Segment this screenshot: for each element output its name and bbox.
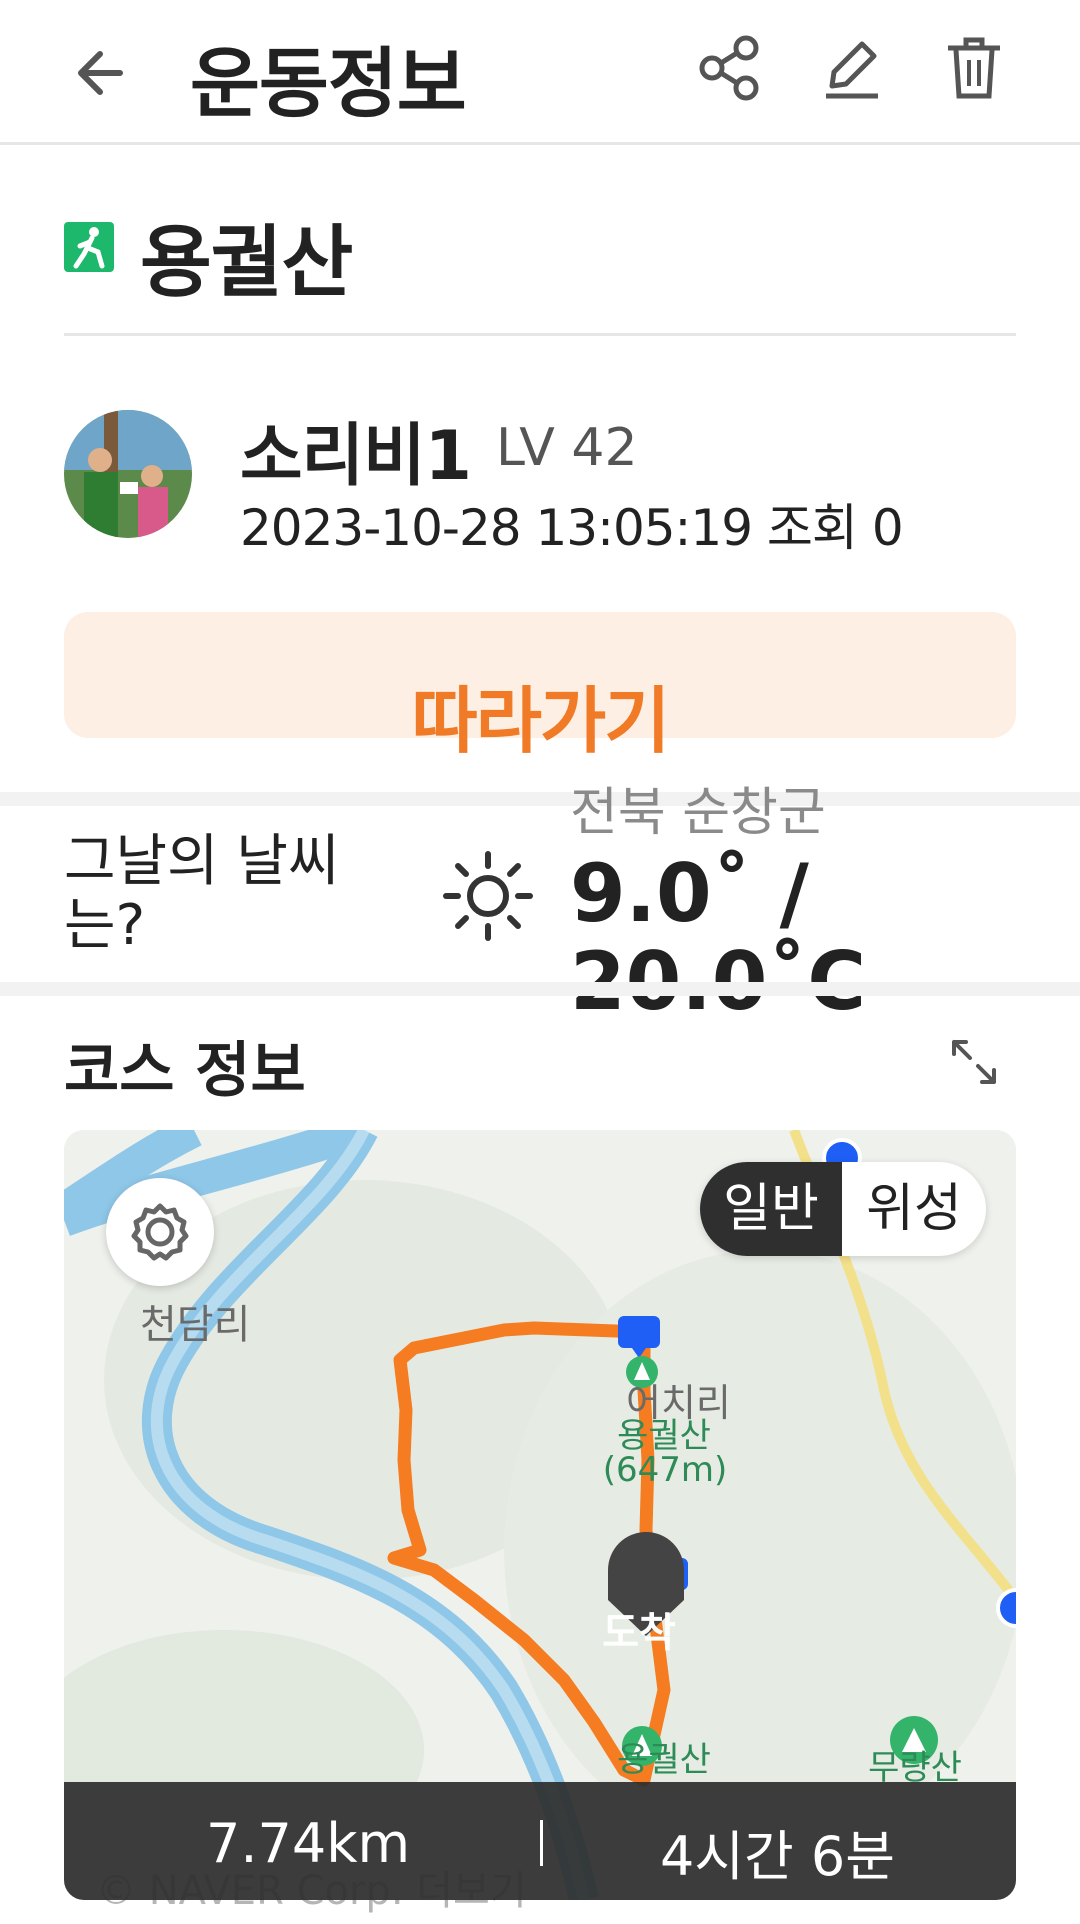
map-label-village: 천담리 [140,1302,251,1348]
map-type-general[interactable]: 일반 [700,1162,842,1256]
follow-button-label: 따라가기 [411,679,671,763]
weather-region: 전북 순창군 [570,783,826,843]
arrival-marker: 도착 [602,1610,676,1656]
pencil-icon[interactable] [812,28,892,108]
user-level: LV 42 [496,418,638,478]
post-datetime-views: 2023-10-28 13:05:19 조회 0 [240,499,904,557]
arrow-left-icon[interactable] [60,28,150,118]
top-app-bar [0,0,1080,145]
weather-label: 그날의 날씨는? [64,829,340,958]
map-type-satellite[interactable]: 위성 [842,1162,986,1256]
user-name[interactable]: 소리비1 [240,400,472,499]
share-icon[interactable] [690,28,770,108]
expand-icon[interactable] [944,1032,1004,1092]
mountain-name: 용궐산 [140,218,353,308]
divider [64,333,1016,336]
hiking-icon [64,222,114,272]
stats-separator [540,1820,543,1866]
section-divider [0,982,1080,996]
map-label-forest: 용궐산 [617,1740,711,1780]
course-title: 코스 정보 [64,1036,306,1106]
sun-icon [438,846,538,946]
avatar[interactable] [64,410,192,538]
course-duration: 4시간 6분 [660,1825,895,1888]
weather-temperature: 9.0˚ / 20.0˚C [570,847,866,1026]
map-label-peak-height: (647m) [602,1450,728,1490]
course-distance: 7.74km [206,1812,411,1875]
map-settings-button[interactable] [106,1178,214,1286]
section-divider [0,792,1080,806]
trash-icon[interactable] [934,28,1014,108]
gear-icon [131,1203,189,1261]
page-title: 운동정보 [190,39,467,128]
